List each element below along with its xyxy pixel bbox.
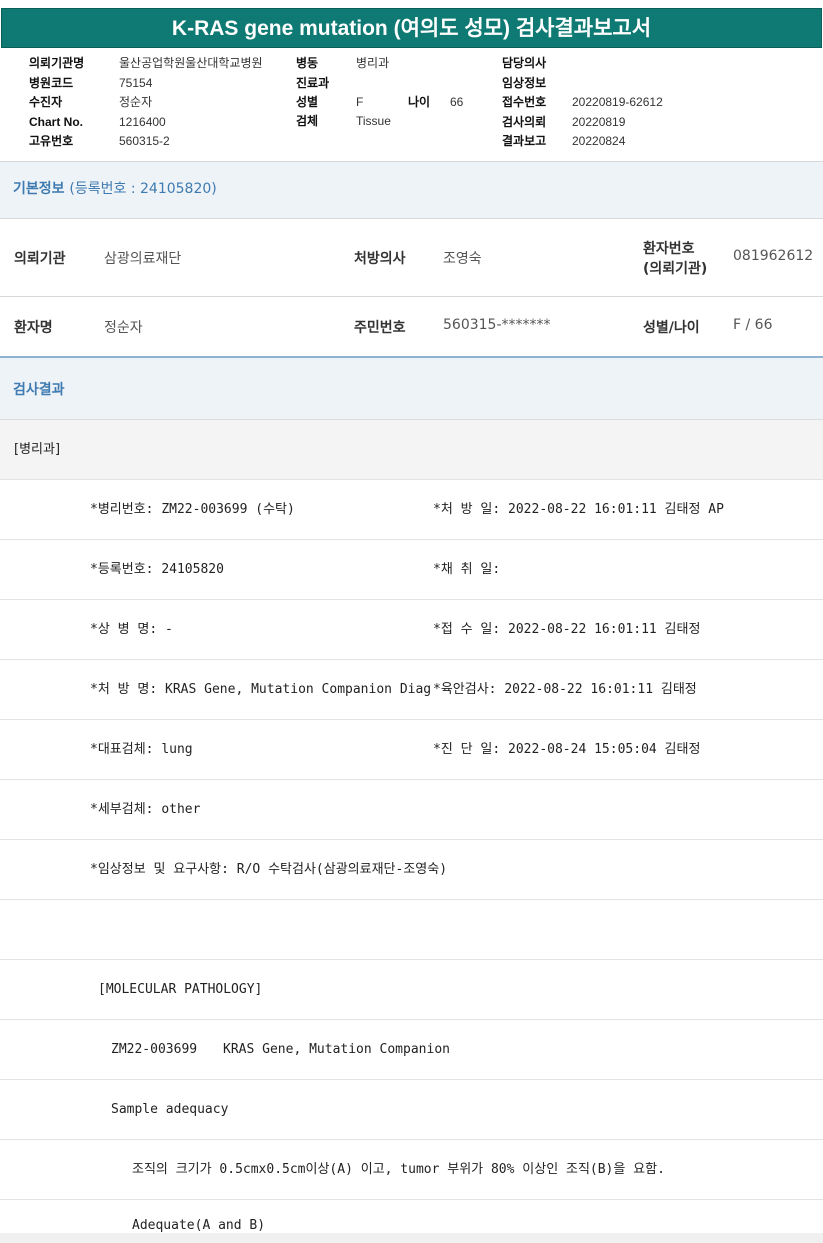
header-label: 임상정보 [502,76,547,90]
basic-info-row-2: 환자명 정순자 주민번호 560315-******* 성별/나이 F / 66 [0,297,823,356]
patient-number-value: 081962612 [733,248,814,264]
patient-name-label: 환자명 [14,320,53,336]
results-title: 검사결과 [13,382,65,398]
sample-criteria: 조직의 크기가 0.5cmx0.5cm이상(A) 이고, tumor 부위가 8… [132,1162,665,1177]
header-value: 20220819 [572,115,626,129]
header-label: 결과보고 [502,134,547,148]
header-label: 담당의사 [502,56,547,70]
result-left: *임상정보 및 요구사항: R/O 수탁검사(삼광의료재단-조영숙) [90,862,448,877]
report-title: K-RAS gene mutation (여의도 성모) 검사결과보고서 [1,8,822,48]
institution-label: 의뢰기관 [14,251,66,267]
result-left: *등록번호: 24105820 [90,562,224,577]
result-row: *처 방 명: KRAS Gene, Mutation Companion Di… [0,660,823,720]
sample-adequacy: Sample adequacy [111,1102,229,1117]
result-row: *세부검체: other [0,780,823,840]
header-value: 20220824 [572,134,626,148]
header-col3: 담당의사 임상정보 접수번호 20220819-62612 검사의뢰 20220… [0,54,823,154]
basic-info-row-1: 의뢰기관 삼광의료재단 처방의사 조영숙 환자번호 (의뢰기관) 0819626… [0,219,823,296]
result-row: *병리번호: ZM22-003699 (수탁) *처 방 일: 2022-08-… [0,480,823,540]
registration-number: (등록번호 : 24105820) [69,181,217,197]
results-header: 검사결과 [0,358,823,419]
header-value: 20220819-62612 [572,95,663,109]
result-row: *임상정보 및 요구사항: R/O 수탁검사(삼광의료재단-조영숙) [0,840,823,900]
blank-row [0,900,823,960]
department-row: [병리과] [0,420,823,480]
sample-row: Sample adequacy [0,1080,823,1140]
result-left: *상 병 명: - [90,622,173,637]
test-name: KRAS Gene, Mutation Companion [223,1042,450,1057]
header-label: 검사의뢰 [502,115,547,129]
result-right: *접 수 일: 2022-08-22 16:01:11 김태정 [433,622,701,637]
result-left: *대표검체: lung [90,742,193,757]
ssn-value: 560315-******* [443,317,551,333]
result-right: *처 방 일: 2022-08-22 16:01:11 김태정 AP [433,502,724,517]
result-left: *처 방 명: KRAS Gene, Mutation Companion Di… [90,682,430,697]
institution-value: 삼광의료재단 [104,251,182,267]
basic-info-header: 기본정보 (등록번호 : 24105820) [0,162,823,218]
result-left: *세부검체: other [90,802,201,817]
test-row: ZM22-003699 KRAS Gene, Mutation Companio… [0,1020,823,1080]
criteria-row: 조직의 크기가 0.5cmx0.5cm이상(A) 이고, tumor 부위가 8… [0,1140,823,1200]
result-left: *병리번호: ZM22-003699 (수탁) [90,502,295,517]
sex-age-label: 성별/나이 [643,320,700,336]
result-row: *상 병 명: - *접 수 일: 2022-08-22 16:01:11 김태… [0,600,823,660]
adequate-row: Adequate(A and B) [0,1200,823,1233]
result-row: *등록번호: 24105820 *채 취 일: [0,540,823,600]
patient-number-sublabel: (의뢰기관) [643,261,708,277]
doctor-label: 처방의사 [354,251,406,267]
result-row: *대표검체: lung *진 단 일: 2022-08-24 15:05:04 … [0,720,823,780]
bottom-strip [0,1233,823,1243]
basic-info-title: 기본정보 [13,181,65,197]
report-page: K-RAS gene mutation (여의도 성모) 검사결과보고서 의뢰기… [0,0,823,1243]
result-right: *육안검사: 2022-08-22 16:01:11 김태정 [433,682,697,697]
header-label: 접수번호 [502,95,547,109]
sex-age-value: F / 66 [733,317,773,333]
molecular-row: [MOLECULAR PATHOLOGY] [0,960,823,1020]
result-right: *진 단 일: 2022-08-24 15:05:04 김태정 [433,742,701,757]
ssn-label: 주민번호 [354,320,406,336]
doctor-value: 조영숙 [443,251,482,267]
patient-number-label: 환자번호 [643,241,695,257]
test-id: ZM22-003699 [111,1042,198,1057]
patient-name-value: 정순자 [104,320,143,336]
molecular-heading: [MOLECULAR PATHOLOGY] [98,982,263,997]
department-label: [병리과] [14,442,61,457]
result-right: *채 취 일: [433,562,501,577]
